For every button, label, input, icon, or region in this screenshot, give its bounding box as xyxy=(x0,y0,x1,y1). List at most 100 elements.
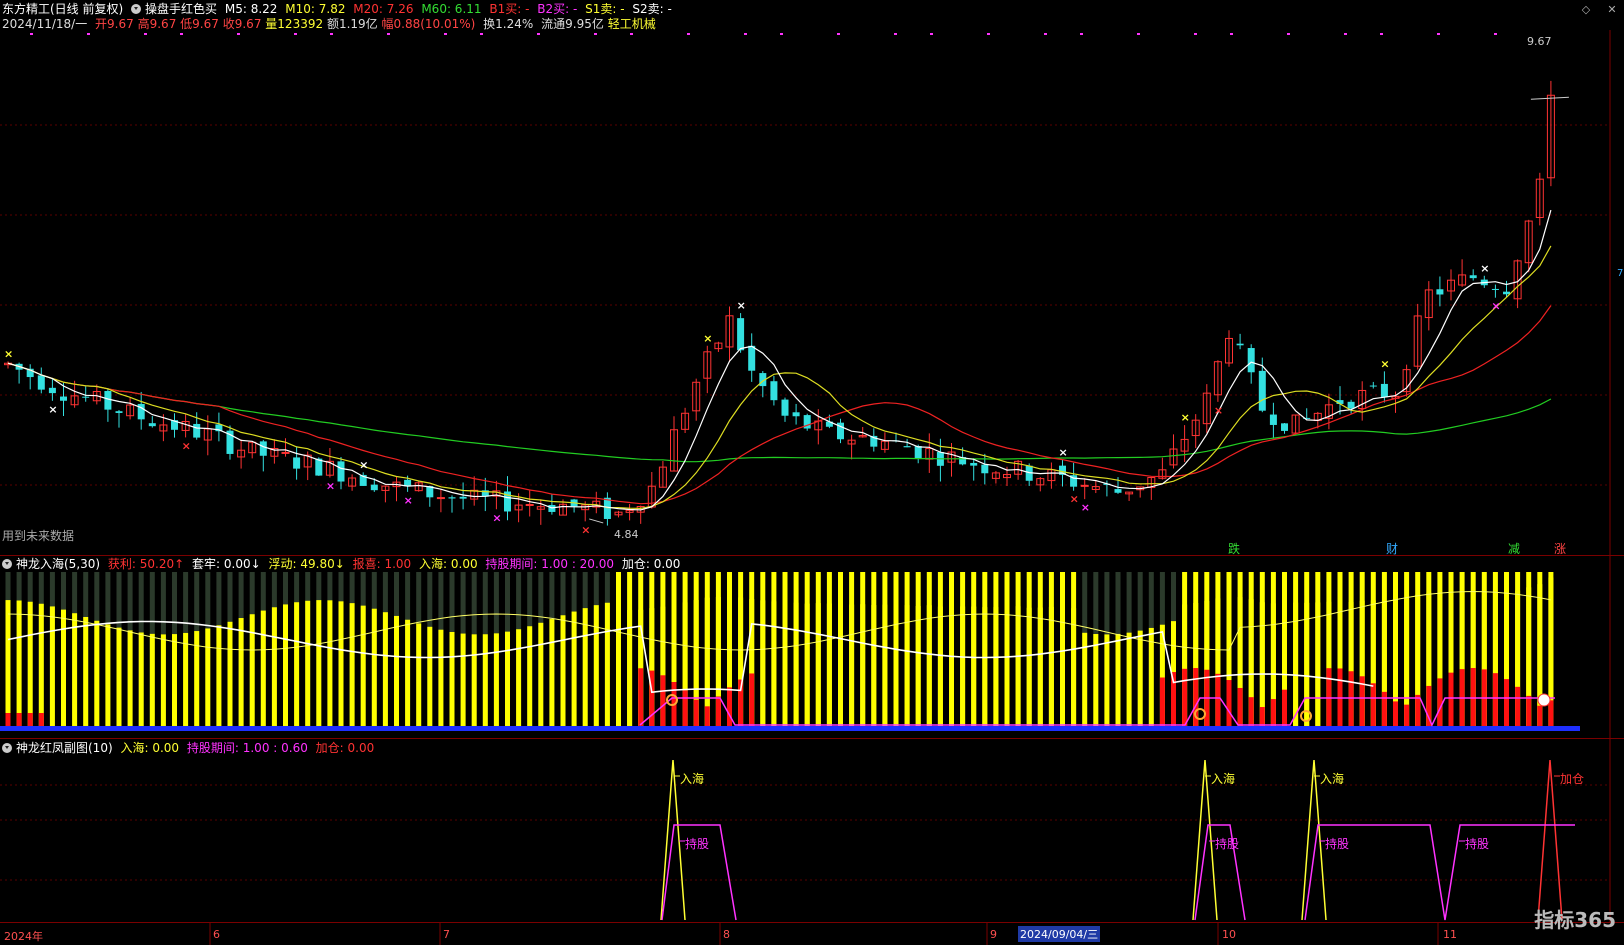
dropdown-icon[interactable] xyxy=(2,559,12,569)
bar-yellow xyxy=(1315,602,1321,728)
signal-cross-icon: × xyxy=(1081,501,1090,514)
candle-body xyxy=(1258,370,1266,411)
bar-yellow xyxy=(505,631,510,728)
bar-yellow xyxy=(493,633,499,728)
candle-body xyxy=(1114,489,1122,493)
annot-ruhai: 入海 xyxy=(1211,772,1236,786)
signal-cross-icon: × xyxy=(1480,262,1489,275)
candle-body xyxy=(337,461,345,482)
signal-cross-icon: × xyxy=(359,458,368,471)
dot-marker xyxy=(330,33,333,35)
signal-cross-icon: × xyxy=(48,403,57,416)
bar-yellow xyxy=(205,628,211,728)
dot-marker xyxy=(1044,33,1047,35)
candle-body xyxy=(748,345,756,371)
main-chart[interactable]: ×××××××××××××××××× xyxy=(0,0,1624,945)
bar-yellow xyxy=(405,619,411,728)
candle-body xyxy=(1281,423,1288,431)
bar-yellow xyxy=(227,621,233,728)
x-tick-label: 9 xyxy=(990,928,997,941)
dropdown-icon[interactable] xyxy=(2,743,12,753)
dot-marker xyxy=(780,33,783,35)
x-tick-label: 10 xyxy=(1222,928,1236,941)
bar-yellow xyxy=(127,630,133,728)
dot-marker xyxy=(894,33,897,35)
candle-body xyxy=(259,441,267,456)
bar-yellow xyxy=(338,601,344,728)
signal-cross-icon: × xyxy=(4,347,13,360)
dot-marker xyxy=(630,33,633,35)
bar-yellow xyxy=(116,627,122,728)
candle-body xyxy=(293,457,301,469)
x-tick-label: 2024年 xyxy=(4,930,43,943)
bar-red xyxy=(1159,677,1165,728)
candle-body xyxy=(1369,385,1377,387)
signal-cross-icon: × xyxy=(1181,411,1190,424)
dot-marker xyxy=(387,33,390,35)
dot-marker xyxy=(180,33,183,35)
candle-body xyxy=(1247,348,1255,373)
annot-chigu: 持股 xyxy=(1215,837,1240,851)
bar-yellow xyxy=(560,615,566,728)
signal-cross-icon: × xyxy=(492,511,501,524)
dot-marker xyxy=(87,33,90,35)
bar-red xyxy=(638,668,644,728)
bar-yellow xyxy=(804,603,810,728)
bar-yellow xyxy=(593,605,599,728)
panel3-title[interactable]: 神龙红凤副图(10) xyxy=(16,741,113,755)
dot-marker xyxy=(1380,33,1383,35)
bar-yellow xyxy=(260,610,266,728)
bar-red xyxy=(749,673,755,728)
bar-yellow xyxy=(349,603,355,728)
bar-red xyxy=(1515,686,1521,728)
candle-body xyxy=(525,503,534,506)
event-marker[interactable]: 财 xyxy=(1386,540,1398,557)
bar-red xyxy=(1215,673,1221,728)
panel2-float: 浮动: 49.80↓ xyxy=(268,557,345,571)
bar-yellow xyxy=(1026,607,1032,728)
dot-marker xyxy=(537,33,540,35)
bar-yellow xyxy=(1104,634,1110,728)
bar-yellow xyxy=(582,608,588,728)
bar-yellow xyxy=(1126,632,1132,728)
bar-red xyxy=(1492,673,1498,728)
signal-cross-icon: × xyxy=(1070,493,1079,506)
panel2-report: 报喜: 1.00 xyxy=(352,557,412,571)
candle-body xyxy=(770,381,778,401)
bar-yellow xyxy=(1060,607,1065,728)
dot-marker xyxy=(30,33,33,35)
candle-body xyxy=(48,387,56,394)
dot-marker xyxy=(1230,33,1233,35)
event-marker[interactable]: 跌 xyxy=(1228,540,1240,557)
bar-red xyxy=(1437,678,1443,728)
signal-cross-icon: × xyxy=(1059,446,1068,459)
x-tick-label: 8 xyxy=(723,928,730,941)
bar-yellow xyxy=(838,604,843,728)
bar-yellow xyxy=(1071,608,1077,728)
bar-red xyxy=(5,713,11,728)
bar-yellow xyxy=(172,634,177,728)
bar-yellow xyxy=(1093,634,1099,728)
high-price-label: 9.67 xyxy=(1527,35,1552,48)
bar-red xyxy=(704,706,710,728)
event-marker[interactable]: 减 xyxy=(1508,540,1520,557)
event-marker[interactable]: 涨 xyxy=(1554,540,1566,557)
bar-red xyxy=(1182,668,1188,728)
bar-red xyxy=(1393,701,1398,728)
add-position-icon xyxy=(1537,693,1551,707)
dot-marker xyxy=(744,33,747,35)
bar-red xyxy=(1526,695,1532,728)
bar-yellow xyxy=(305,600,311,728)
bar-yellow xyxy=(16,600,22,728)
bar-yellow xyxy=(926,605,932,728)
ma5-line xyxy=(7,209,1552,511)
cursor-date[interactable]: 2024/09/04/三 xyxy=(1018,926,1101,942)
panel3-add: 加仓: 0.00 xyxy=(315,741,375,755)
signal-cross-icon: × xyxy=(404,494,413,507)
dot-marker xyxy=(987,33,990,35)
bar-yellow xyxy=(183,632,189,728)
bar-red xyxy=(1226,680,1232,728)
panel2-title[interactable]: 神龙入海(5,30) xyxy=(16,557,100,571)
high-arrow xyxy=(1530,96,1569,100)
bar-red xyxy=(715,696,721,728)
